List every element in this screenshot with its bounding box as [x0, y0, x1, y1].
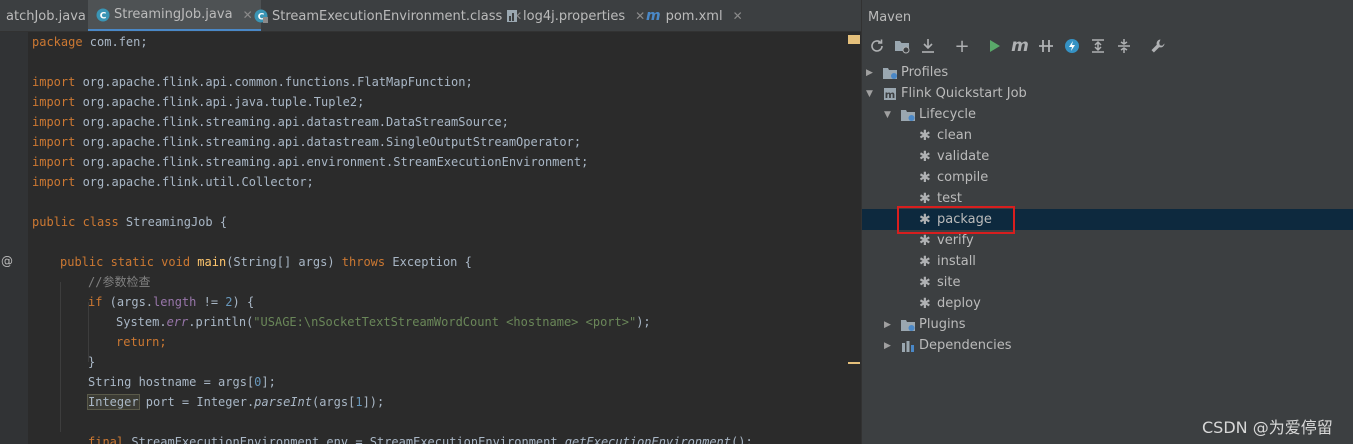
code-line: }	[88, 355, 96, 369]
code-line: public static void main(String[] args) t…	[60, 255, 472, 269]
code-line: String hostname = args[0];	[88, 375, 276, 389]
lifecycle-phase-site[interactable]: ✱ site	[862, 272, 1353, 293]
code-line: import org.apache.flink.streaming.api.da…	[32, 115, 509, 129]
add-icon[interactable]: +	[952, 36, 972, 57]
lifecycle-phase-verify[interactable]: ✱ verify	[862, 230, 1353, 251]
code-line: public class StreamingJob {	[32, 215, 228, 229]
tab-log4j-properties[interactable]: log4j.properties ✕	[497, 0, 653, 31]
tree-node-dependencies[interactable]: ▶ Dependencies	[862, 335, 1353, 356]
tree-node-plugins[interactable]: ▶ Plugins	[862, 314, 1353, 335]
maven-project-icon: m	[884, 87, 896, 101]
maven-title: Maven	[868, 10, 912, 25]
maven-icon: m	[646, 8, 661, 24]
lifecycle-phase-install[interactable]: ✱ install	[862, 251, 1353, 272]
tree-node-lifecycle[interactable]: ▼ Lifecycle	[862, 104, 1353, 125]
gear-icon: ✱	[919, 127, 931, 144]
java-class-icon: C	[96, 8, 110, 21]
chevron-down-icon[interactable]: ▼	[866, 89, 876, 99]
override-marker-icon[interactable]: @	[1, 254, 13, 268]
run-icon[interactable]	[984, 36, 1004, 56]
code-editor[interactable]: atchJob.java ✕ C StreamingJob.java ✕ C S…	[0, 0, 861, 444]
gear-icon: ✱	[919, 169, 931, 186]
gear-icon: ✱	[919, 274, 931, 291]
tree-node-profiles[interactable]: ▶ Profiles	[862, 62, 1353, 83]
gear-icon: ✱	[919, 253, 931, 270]
lifecycle-phase-test[interactable]: ✱ test	[862, 188, 1353, 209]
editor-gutter: @	[0, 32, 28, 444]
maven-toolbar: + m	[862, 33, 1353, 59]
toggle-offline-icon[interactable]	[1036, 36, 1056, 56]
error-stripe-marker[interactable]	[848, 35, 860, 44]
code-line: System.err.println("USAGE:\nSocketTextSt…	[116, 315, 651, 329]
tab-streamexecutionenvironment[interactable]: C StreamExecutionEnvironment.class ✕	[246, 0, 530, 31]
gear-icon: ✱	[919, 211, 931, 228]
chevron-right-icon[interactable]: ▶	[884, 320, 894, 330]
reload-icon[interactable]	[867, 36, 887, 56]
lifecycle-phase-validate[interactable]: ✱ validate	[862, 146, 1353, 167]
lifecycle-phase-clean[interactable]: ✱ clean	[862, 125, 1353, 146]
highlighted-token: Integer	[87, 394, 140, 410]
svg-text:C: C	[100, 11, 107, 21]
tab-streamingjob[interactable]: C StreamingJob.java ✕	[88, 0, 261, 31]
code-line: package com.fen;	[32, 35, 148, 49]
tree-node-project[interactable]: ▼ m Flink Quickstart Job	[862, 83, 1353, 104]
gear-icon: ✱	[919, 232, 931, 249]
code-area[interactable]: package com.fen; import org.apache.flink…	[32, 32, 847, 444]
editor-tab-bar: atchJob.java ✕ C StreamingJob.java ✕ C S…	[0, 0, 861, 32]
lifecycle-phase-deploy[interactable]: ✱ deploy	[862, 293, 1353, 314]
maven-goal-icon[interactable]: m	[1010, 36, 1030, 56]
code-line: import org.apache.flink.api.common.funct…	[32, 75, 473, 89]
warning-stripe-marker[interactable]	[848, 362, 860, 364]
watermark: CSDN @为爱停留	[1202, 418, 1333, 437]
maven-tool-window: Maven + m ▶ Profiles ▼ m Flink Quickstar…	[861, 0, 1353, 444]
svg-text:m: m	[885, 90, 895, 101]
download-icon[interactable]	[918, 36, 938, 56]
skip-tests-icon[interactable]	[1062, 36, 1082, 56]
chevron-down-icon[interactable]: ▼	[884, 110, 894, 120]
settings-wrench-icon[interactable]	[1148, 36, 1168, 56]
gear-icon: ✱	[919, 295, 931, 312]
profiles-folder-icon	[883, 67, 897, 79]
code-line: import org.apache.flink.api.java.tuple.T…	[32, 95, 365, 109]
code-line: if (args.length != 2) {	[88, 295, 255, 309]
gear-icon: ✱	[919, 148, 931, 165]
gear-icon: ✱	[919, 190, 931, 207]
editor-scrollbar[interactable]	[847, 32, 861, 444]
collapse-all-icon[interactable]	[1114, 36, 1134, 56]
code-line: final StreamExecutionEnvironment env = S…	[88, 435, 753, 444]
close-icon[interactable]: ✕	[733, 9, 743, 23]
dependencies-icon	[902, 340, 914, 352]
show-dependencies-icon[interactable]	[1088, 36, 1108, 56]
chevron-right-icon[interactable]: ▶	[884, 341, 894, 351]
plugins-folder-icon	[901, 319, 915, 331]
lifecycle-folder-icon	[901, 109, 915, 121]
lifecycle-phase-package[interactable]: ✱ package	[862, 209, 1353, 230]
code-line: Integer port = Integer.parseInt(args[1])…	[87, 394, 385, 410]
properties-file-icon	[507, 10, 517, 22]
code-line: return;	[116, 335, 167, 349]
class-file-icon: C	[254, 9, 268, 23]
code-line: //参数检查	[88, 275, 151, 289]
code-line: import org.apache.flink.streaming.api.da…	[32, 135, 582, 149]
chevron-right-icon[interactable]: ▶	[866, 68, 876, 78]
add-folder-icon[interactable]	[892, 36, 912, 56]
lifecycle-phase-compile[interactable]: ✱ compile	[862, 167, 1353, 188]
code-line: import org.apache.flink.util.Collector;	[32, 175, 314, 189]
code-line: import org.apache.flink.streaming.api.en…	[32, 155, 589, 169]
tab-pom-xml[interactable]: m pom.xml ✕	[638, 0, 751, 31]
